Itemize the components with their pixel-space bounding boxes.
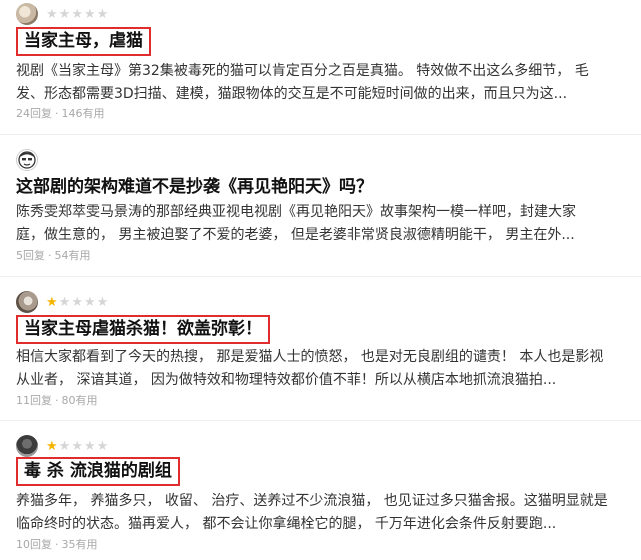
avatar[interactable] bbox=[16, 149, 38, 171]
meta-separator: · bbox=[55, 394, 59, 407]
star-filled-icon: ★ bbox=[46, 438, 59, 454]
excerpt-line: 相信大家都看到了今天的热搜， 那是爱猫人士的愤怒， 也是对无良剧组的谴责！ 本人… bbox=[16, 349, 604, 365]
review-excerpt[interactable]: 养猫多年， 养猫多只， 收留、 治疗、送养过不少流浪猫， 也见证过多只猫舍报。这… bbox=[16, 490, 628, 536]
review-header: ★★★★★ bbox=[16, 434, 109, 458]
avatar[interactable] bbox=[16, 291, 38, 313]
star-empty-icon: ★ bbox=[83, 438, 97, 454]
excerpt-line: 庭，做生意的， 男主被迫娶了不爱的老婆， 但是老婆非常贤良淑德精明能干， 男主在… bbox=[16, 227, 575, 243]
meta-separator: · bbox=[55, 538, 59, 551]
review-title[interactable]: 这部剧的架构难道不是抄袭《再见艳阳天》吗？ bbox=[16, 174, 373, 200]
useful-count[interactable]: 80有用 bbox=[62, 394, 98, 407]
star-empty-icon: ★ bbox=[96, 294, 110, 310]
review-title[interactable]: 当家主母，虐猫 bbox=[16, 27, 151, 56]
reply-count[interactable]: 5回复 bbox=[16, 249, 45, 262]
reply-count[interactable]: 10回复 bbox=[16, 538, 52, 551]
excerpt-line: 临命终时的状态。猫再爱人， 都不会让你拿绳栓它的腿， 千万年进化会条件反射要跑.… bbox=[16, 516, 557, 532]
star-empty-icon: ★ bbox=[83, 294, 97, 310]
rating-stars: ★★★★★ bbox=[46, 440, 109, 453]
review-header: ★★★★★ bbox=[16, 2, 109, 26]
avatar[interactable] bbox=[16, 435, 38, 457]
star-empty-icon: ★ bbox=[96, 438, 110, 454]
excerpt-line: 发、形态都需要3D扫描、建模，猫跟物体的交互是不可能短时间做的出来，而且只为这.… bbox=[16, 86, 568, 102]
divider bbox=[0, 420, 641, 421]
useful-count[interactable]: 146有用 bbox=[62, 107, 105, 120]
review-excerpt[interactable]: 陈秀雯郑萃雯马景涛的那部经典亚视电视剧《再见艳阳天》故事架构一模一样吧，封建大家… bbox=[16, 201, 628, 247]
rating-stars: ★★★★★ bbox=[46, 8, 109, 21]
reply-count[interactable]: 24回复 bbox=[16, 107, 52, 120]
review-excerpt[interactable]: 视剧《当家主母》第32集被毒死的猫可以肯定百分之百是真猫。 特效做不出这么多细节… bbox=[16, 60, 628, 106]
review-meta: 24回复 · 146有用 bbox=[16, 107, 105, 121]
meta-separator: · bbox=[48, 249, 52, 262]
star-empty-icon: ★ bbox=[71, 294, 84, 310]
excerpt-line: 养猫多年， 养猫多只， 收留、 治疗、送养过不少流浪猫， 也见证过多只猫舍报。这… bbox=[16, 493, 608, 509]
review-header bbox=[16, 148, 38, 172]
star-empty-icon: ★ bbox=[58, 438, 72, 454]
reply-count[interactable]: 11回复 bbox=[16, 394, 52, 407]
review-meta: 11回复 · 80有用 bbox=[16, 394, 98, 408]
excerpt-line: 视剧《当家主母》第32集被毒死的猫可以肯定百分之百是真猫。 特效做不出这么多细节… bbox=[16, 63, 589, 79]
star-empty-icon: ★ bbox=[71, 438, 84, 454]
excerpt-line: 陈秀雯郑萃雯马景涛的那部经典亚视电视剧《再见艳阳天》故事架构一模一样吧，封建大家 bbox=[16, 204, 576, 220]
useful-count[interactable]: 35有用 bbox=[62, 538, 98, 551]
meta-separator: · bbox=[55, 107, 59, 120]
review-meta: 10回复 · 35有用 bbox=[16, 538, 98, 552]
review-header: ★★★★★ bbox=[16, 290, 109, 314]
star-empty-icon: ★ bbox=[46, 6, 59, 22]
divider bbox=[0, 276, 641, 277]
excerpt-line: 从业者， 深谙其道， 因为做特效和物理特效都价值不菲！所以从横店本地抓流浪猫拍.… bbox=[16, 372, 557, 388]
useful-count[interactable]: 54有用 bbox=[55, 249, 91, 262]
star-filled-icon: ★ bbox=[46, 294, 59, 310]
star-empty-icon: ★ bbox=[83, 6, 97, 22]
star-empty-icon: ★ bbox=[96, 6, 110, 22]
review-meta: 5回复 · 54有用 bbox=[16, 249, 91, 263]
star-empty-icon: ★ bbox=[58, 6, 72, 22]
rating-stars: ★★★★★ bbox=[46, 296, 109, 309]
star-empty-icon: ★ bbox=[71, 6, 84, 22]
review-excerpt[interactable]: 相信大家都看到了今天的热搜， 那是爱猫人士的愤怒， 也是对无良剧组的谴责！ 本人… bbox=[16, 346, 628, 392]
star-empty-icon: ★ bbox=[58, 294, 72, 310]
divider bbox=[0, 134, 641, 135]
review-title[interactable]: 当家主母虐猫杀猫！欲盖弥彰！ bbox=[16, 315, 270, 344]
avatar[interactable] bbox=[16, 3, 38, 25]
review-title[interactable]: 毒 杀 流浪猫的剧组 bbox=[16, 457, 180, 486]
sketch-face-icon bbox=[18, 151, 36, 169]
